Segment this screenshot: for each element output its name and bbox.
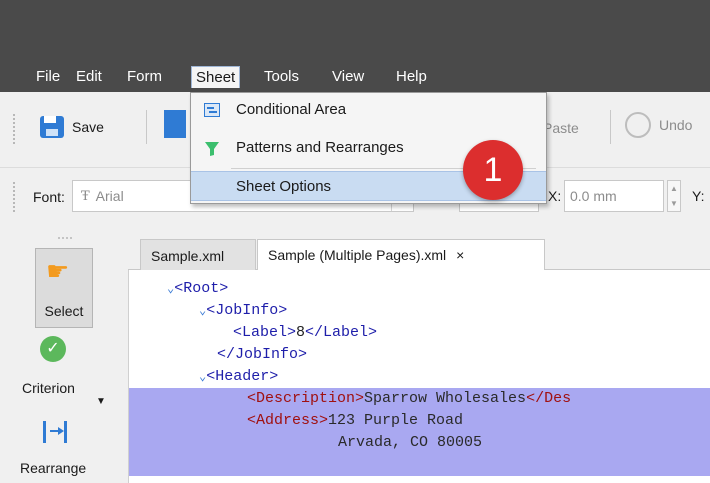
- step-badge: 1: [463, 140, 523, 200]
- xml-line-selected: <Description>Sparrow Wholesales</Des: [129, 388, 710, 410]
- document-tabs: Sample.xml Sample (Multiple Pages).xml ×: [128, 228, 710, 271]
- toolbar-grip[interactable]: [13, 114, 17, 144]
- x-position-input[interactable]: 0.0 mm: [564, 180, 664, 212]
- pointing-hand-icon: ☛: [46, 256, 70, 286]
- menu-item-label: Conditional Area: [236, 101, 347, 118]
- xml-line-selected: Arvada, CO 80005: [129, 432, 710, 454]
- tools-panel: ☛ Select ✓ Criterion ▼ Rearrange: [0, 228, 128, 483]
- floppy-disk-icon: [40, 116, 64, 138]
- paste-button[interactable]: Paste: [543, 120, 579, 136]
- toolbar-separator: [146, 110, 147, 144]
- font-value: Arial: [95, 188, 124, 204]
- font-label: Font:: [33, 189, 65, 205]
- toolbar-separator: [610, 110, 611, 144]
- rearrange-icon[interactable]: [43, 421, 67, 443]
- select-tool-button[interactable]: ☛ Select: [35, 248, 93, 328]
- menu-file[interactable]: File: [32, 66, 64, 88]
- undo-label: Undo: [659, 117, 693, 133]
- menu-help[interactable]: Help: [392, 66, 431, 88]
- tab-sample-multiple-pages[interactable]: Sample (Multiple Pages).xml ×: [257, 239, 545, 271]
- menu-edit[interactable]: Edit: [72, 66, 106, 88]
- save-label: Save: [72, 119, 104, 135]
- save-button[interactable]: Save: [40, 114, 104, 140]
- toolbar-grip[interactable]: [13, 182, 17, 212]
- menu-form[interactable]: Form: [123, 66, 166, 88]
- xml-line: <Label>8</Label>: [233, 324, 378, 341]
- truetype-font-icon: Ŧ: [81, 188, 90, 204]
- x-label: X:: [548, 188, 562, 204]
- rearrange-button[interactable]: Rearrange: [20, 460, 86, 476]
- menu-item-label: Sheet Options: [236, 178, 332, 195]
- select-label: Select: [44, 303, 84, 319]
- undo-icon: [625, 112, 651, 138]
- xml-line: </JobInfo>: [217, 346, 308, 363]
- panel-grip[interactable]: [58, 237, 72, 239]
- criterion-button[interactable]: Criterion: [22, 380, 75, 396]
- x-spinner[interactable]: ▲ ▼: [667, 180, 681, 212]
- y-label: Y:: [692, 188, 705, 204]
- chevron-down-icon[interactable]: ▼: [96, 396, 106, 407]
- title-bar: [0, 0, 710, 62]
- filter-funnel-icon: [205, 142, 219, 156]
- xml-line-selected: <Address>123 Purple Road: [129, 410, 710, 432]
- xml-line: ⌄<Root>: [167, 280, 229, 297]
- tab-label: Sample.xml: [151, 248, 225, 264]
- xml-editor[interactable]: ⌄<Root> ⌄<JobInfo> <Label>8</Label> </Jo…: [128, 270, 710, 483]
- xml-line: ⌄<JobInfo>: [199, 302, 288, 319]
- menu-item-label: Patterns and Rearranges: [236, 139, 404, 156]
- undo-button[interactable]: Undo: [625, 112, 692, 138]
- menu-sheet[interactable]: Sheet: [191, 66, 241, 88]
- xml-line-selected: [129, 454, 710, 476]
- menu-view[interactable]: View: [328, 66, 368, 88]
- xml-line: ⌄<Header>: [199, 368, 279, 385]
- tab-sample-xml[interactable]: Sample.xml: [140, 239, 256, 271]
- conditional-area-icon: [204, 103, 220, 117]
- menu-item-conditional-area[interactable]: Conditional Area: [191, 95, 546, 125]
- tab-label: Sample (Multiple Pages).xml: [268, 247, 447, 263]
- document-icon[interactable]: [164, 110, 186, 138]
- criterion-check-icon[interactable]: ✓: [40, 336, 66, 362]
- close-icon[interactable]: ×: [456, 239, 464, 271]
- menu-tools[interactable]: Tools: [260, 66, 303, 88]
- menu-bar: File Edit Form Sheet Tools View Help: [0, 62, 710, 92]
